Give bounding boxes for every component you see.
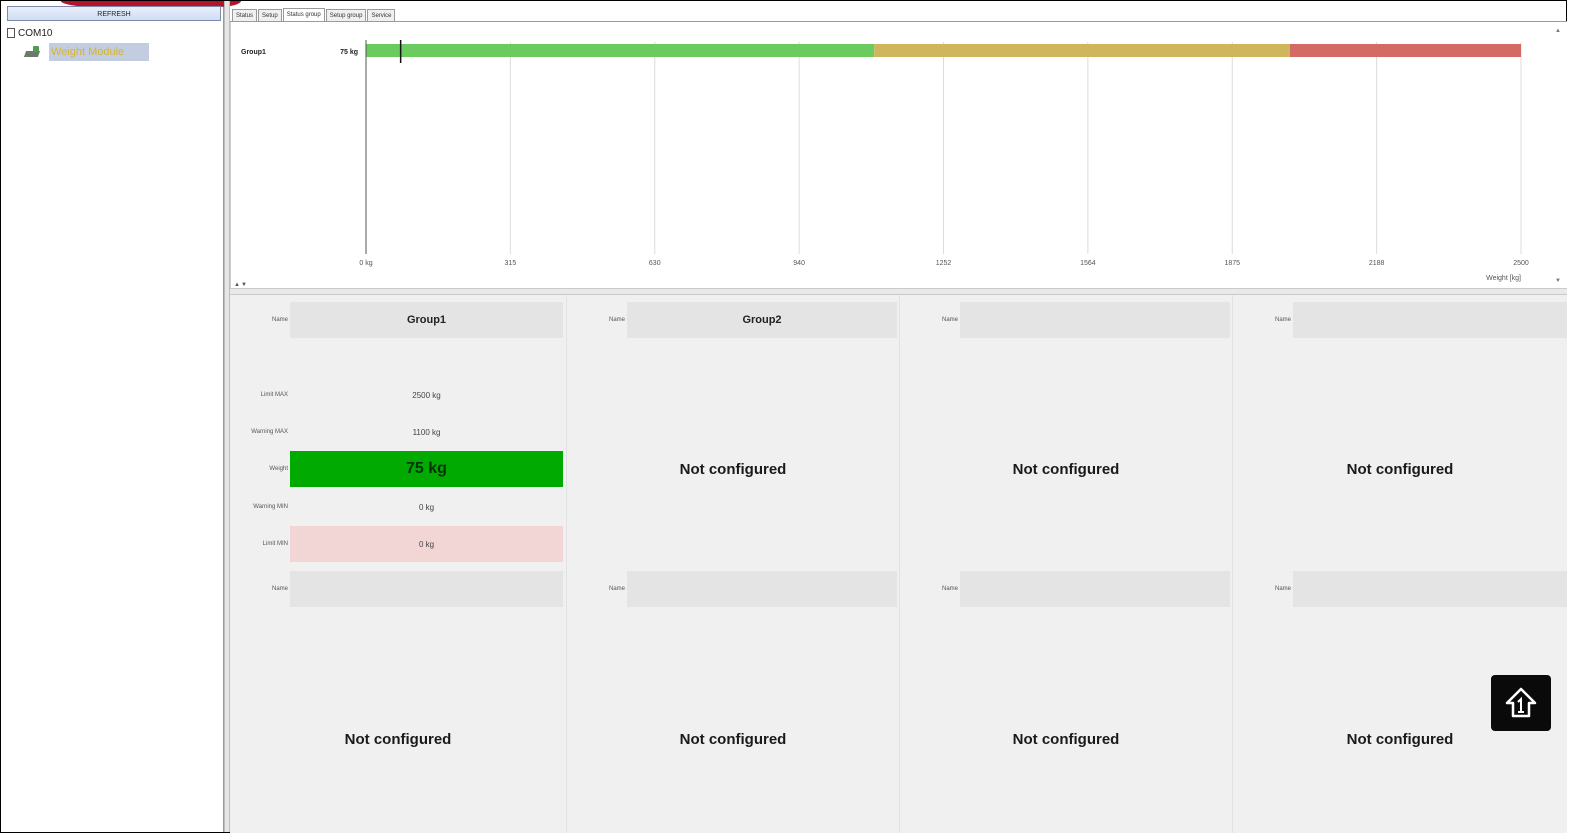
scroll-up-arrow-icon[interactable]: ▲ xyxy=(1555,28,1561,34)
x-tick-label: 0 kg xyxy=(359,260,372,267)
group-panel-6: Name Not configured xyxy=(567,565,899,833)
tab-bar: Status Setup Status group Setup group Se… xyxy=(232,8,396,21)
name-label: Name xyxy=(608,586,625,592)
tab-setup-group[interactable]: Setup group xyxy=(325,9,367,21)
threshold-zone-bar xyxy=(1290,44,1521,57)
warning-min-value: 0 kg xyxy=(418,502,435,512)
not-configured-text: Not configured xyxy=(679,731,787,748)
limit-max-row: Limit MAX xyxy=(230,377,290,413)
category-label: Group1 xyxy=(241,49,266,56)
weight-value: 75 kg xyxy=(290,451,563,487)
group-panel-5: Name Not configured xyxy=(230,565,566,833)
weight-row: Weight xyxy=(230,451,290,487)
group-name-row: Name xyxy=(230,571,290,607)
tree-node-com-label: COM10 xyxy=(18,27,53,39)
limit-max-label: Limit MAX xyxy=(260,392,288,398)
page-icon xyxy=(7,28,15,38)
name-label: Name xyxy=(1274,586,1291,592)
group-name-row: Name xyxy=(900,302,960,338)
name-label: Name xyxy=(941,317,958,323)
not-configured-text: Not configured xyxy=(1012,731,1120,748)
not-configured-text: Not configured xyxy=(1346,731,1454,748)
group-name-row: Name xyxy=(1233,302,1293,338)
group-name-value xyxy=(1293,302,1567,338)
group-panel-2: Name Group2 Not configured xyxy=(567,295,899,565)
not-configured-text: Not configured xyxy=(1012,461,1120,478)
name-label: Name xyxy=(1274,317,1291,323)
name-label: Name xyxy=(608,317,625,323)
device-icon xyxy=(23,45,43,59)
group-name-value xyxy=(1293,571,1567,607)
x-tick-label: 2500 xyxy=(1513,260,1529,267)
group-name-value xyxy=(290,571,563,607)
threshold-zone-bar xyxy=(366,44,875,57)
x-tick-label: 315 xyxy=(505,260,517,267)
group-name-value: Group1 xyxy=(290,302,563,338)
warning-max-row: Warning MAX xyxy=(230,414,290,450)
tree-node-device-label: Weight Module xyxy=(49,43,149,61)
group-panels-grid: Name Group1 Limit MAX 2500 kg Warning MA… xyxy=(230,295,1567,833)
group-weight-chart: Group1 75 kg 0 kg 315 630 940 1252 1564 1875 2188… xyxy=(241,40,1529,282)
group-name-value xyxy=(960,302,1230,338)
x-tick-label: 1875 xyxy=(1224,260,1240,267)
not-configured-text: Not configured xyxy=(1346,461,1454,478)
limit-max-value: 2500 kg xyxy=(412,390,441,400)
name-label: Name xyxy=(271,317,288,323)
group-panel-4: Name Not configured xyxy=(1233,295,1567,565)
group-name-value xyxy=(627,571,897,607)
not-configured-text: Not configured xyxy=(344,731,452,748)
home-up-icon xyxy=(1505,687,1537,718)
warning-max-label: Warning MAX xyxy=(251,429,288,435)
refresh-button[interactable]: REFRESH xyxy=(7,6,221,21)
tree-node-device[interactable]: Weight Module xyxy=(23,43,149,61)
x-tick-label: 1252 xyxy=(936,260,952,267)
tab-status[interactable]: Status xyxy=(232,9,258,21)
x-axis-label: Weight [kg] xyxy=(1486,275,1521,282)
name-label: Name xyxy=(941,586,958,592)
value-label: 75 kg xyxy=(340,49,358,56)
splitter-grip-icon: ▲▼ xyxy=(234,282,248,288)
group-panel-7: Name Not configured xyxy=(900,565,1232,833)
horizontal-splitter[interactable]: ▲▼ xyxy=(230,282,1567,295)
tab-service[interactable]: Service xyxy=(367,9,396,21)
tab-setup[interactable]: Setup xyxy=(258,9,282,21)
warning-max-value: 1100 kg xyxy=(412,427,441,437)
x-tick-label: 630 xyxy=(649,260,661,267)
threshold-zone-bar xyxy=(874,44,1290,57)
device-tree-pane: REFRESH COM10 Weight Module xyxy=(1,1,241,832)
not-configured-text: Not configured xyxy=(679,461,787,478)
scroll-down-arrow-icon[interactable]: ▼ xyxy=(1555,278,1561,284)
group-name-value: Group2 xyxy=(627,302,897,338)
x-tick-label: 1564 xyxy=(1080,260,1096,267)
weight-label: Weight xyxy=(269,466,288,472)
group-panel-1: Name Group1 Limit MAX 2500 kg Warning MA… xyxy=(230,295,566,565)
group-name-value xyxy=(960,571,1230,607)
group-name-row: Name xyxy=(230,302,290,338)
tab-status-group[interactable]: Status group xyxy=(282,8,325,21)
limit-min-label: Limit MIN xyxy=(262,541,288,547)
status-group-chart-area: ▲ ▼ Group1 75 kg 0 kg 315 630 940 1252 1564 1875… xyxy=(230,22,1567,288)
tree-node-com-port[interactable]: COM10 xyxy=(7,27,52,39)
group-name-row: Name xyxy=(567,302,627,338)
limit-min-row: Limit MIN xyxy=(230,526,290,562)
group-name-row: Name xyxy=(1233,571,1293,607)
warning-min-row: Warning MIN xyxy=(230,489,290,525)
limit-min-value: 0 kg xyxy=(290,526,563,562)
group-name-row: Name xyxy=(900,571,960,607)
warning-min-label: Warning MIN xyxy=(253,504,288,510)
name-label: Name xyxy=(271,586,288,592)
x-tick-label: 940 xyxy=(793,260,805,267)
group-panel-3: Name Not configured xyxy=(900,295,1232,565)
home-button[interactable] xyxy=(1491,675,1551,731)
group-name-row: Name xyxy=(567,571,627,607)
x-tick-label: 2188 xyxy=(1369,260,1385,267)
